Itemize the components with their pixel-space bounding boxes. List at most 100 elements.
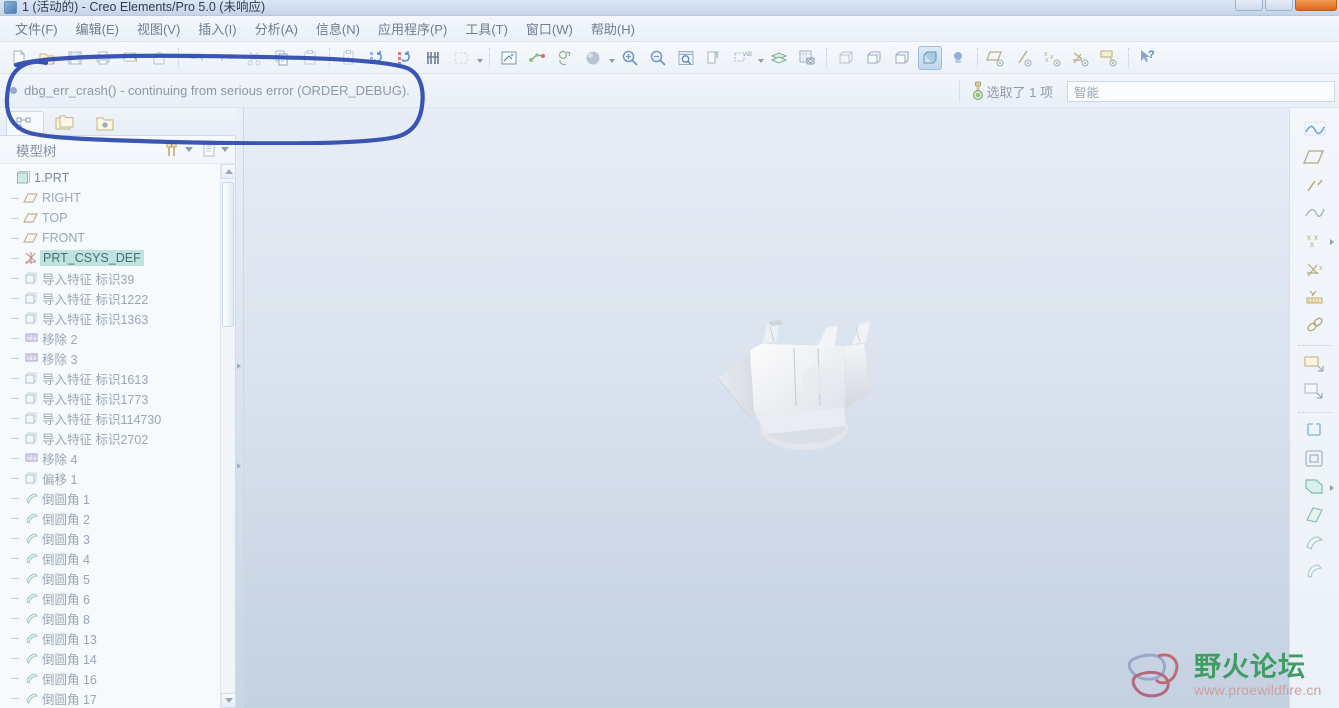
scroll-thumb[interactable]	[222, 182, 234, 327]
flyout-arrow-icon[interactable]	[1329, 485, 1334, 491]
nav-tab-favorites[interactable]	[86, 111, 124, 135]
nav-tab-folder-browser[interactable]	[46, 111, 84, 135]
scroll-down-button[interactable]	[221, 693, 236, 708]
annotation-display-button[interactable]	[1097, 46, 1121, 70]
model-tree-scrollbar[interactable]	[220, 164, 236, 708]
round-button[interactable]	[1300, 558, 1330, 584]
create-datum-axis-button[interactable]	[1300, 172, 1330, 198]
reference-chain-button[interactable]	[1300, 312, 1330, 338]
lock-button[interactable]	[147, 46, 171, 70]
tree-item-2[interactable]: TOP	[0, 208, 221, 228]
csys-display-button[interactable]	[1069, 46, 1093, 70]
shell-button[interactable]	[1300, 474, 1334, 500]
tree-item-4[interactable]: PRT_CSYS_DEF	[0, 248, 221, 268]
tree-item-7[interactable]: 导入特征 标识1363	[0, 308, 221, 328]
tree-item-11[interactable]: 导入特征 标识1773	[0, 388, 221, 408]
selection-filter-dropdown[interactable]: 智能	[1067, 80, 1335, 102]
tree-settings-button[interactable]	[199, 139, 219, 161]
rib-button[interactable]	[1300, 502, 1330, 528]
menu-tools[interactable]: 工具(T)	[456, 16, 517, 41]
regenerate-button[interactable]	[365, 46, 389, 70]
wireframe-button[interactable]	[834, 46, 858, 70]
reorient-button[interactable]	[553, 46, 577, 70]
tree-item-22[interactable]: 倒圆角 8	[0, 608, 221, 628]
tree-item-16[interactable]: 倒圆角 1	[0, 488, 221, 508]
tree-item-1[interactable]: RIGHT	[0, 188, 221, 208]
zoom-in-button[interactable]	[618, 46, 642, 70]
model-tree-list[interactable]: 1.PRT RIGHT TOP FRONT PRT_CSYS_DEF 导入特征 标识39 导…	[0, 164, 221, 708]
new-button[interactable]	[7, 46, 31, 70]
tree-item-6[interactable]: 导入特征 标识1222	[0, 288, 221, 308]
datum-plane-display-button[interactable]	[985, 46, 1009, 70]
create-sketch-button[interactable]	[1300, 200, 1330, 226]
tree-item-21[interactable]: 倒圆角 6	[0, 588, 221, 608]
capture-image-button[interactable]	[795, 46, 819, 70]
menu-window[interactable]: 窗口(W)	[517, 16, 582, 41]
paste-special-button[interactable]	[337, 46, 361, 70]
draft-button[interactable]	[1300, 530, 1330, 556]
save-button[interactable]	[63, 46, 87, 70]
menu-analysis[interactable]: 分析(A)	[246, 16, 307, 41]
menu-info[interactable]: 信息(N)	[307, 16, 369, 41]
scroll-up-button[interactable]	[221, 164, 236, 179]
regenerate-all-button[interactable]	[393, 46, 417, 70]
create-datum-point-button[interactable]: x x x	[1300, 228, 1334, 254]
menu-applications[interactable]: 应用程序(P)	[369, 16, 456, 41]
menu-help[interactable]: 帮助(H)	[582, 16, 644, 41]
chevron-down-icon[interactable]	[475, 46, 484, 70]
tree-item-19[interactable]: 倒圆角 4	[0, 548, 221, 568]
analysis-feature-button[interactable]	[1300, 284, 1330, 310]
hole-button[interactable]	[1300, 446, 1330, 472]
cut-button[interactable]	[242, 46, 266, 70]
no-hidden-button[interactable]	[890, 46, 914, 70]
tree-item-10[interactable]: 导入特征 标识1613	[0, 368, 221, 388]
tree-item-14[interactable]: 移除 4	[0, 448, 221, 468]
tree-item-5[interactable]: 导入特征 标识39	[0, 268, 221, 288]
shading-button[interactable]	[918, 45, 942, 70]
layers-button[interactable]	[767, 46, 791, 70]
create-curve-button[interactable]	[1300, 116, 1330, 142]
tree-item-0[interactable]: 1.PRT	[0, 168, 221, 188]
menu-view[interactable]: 视图(V)	[128, 16, 189, 41]
copy-button[interactable]	[270, 46, 294, 70]
tree-item-25[interactable]: 倒圆角 16	[0, 668, 221, 688]
menu-insert[interactable]: 插入(I)	[189, 16, 245, 41]
graphics-viewport[interactable]	[236, 108, 1289, 708]
menu-edit[interactable]: 编辑(E)	[67, 16, 128, 41]
tree-settings-caret-icon[interactable]	[219, 139, 231, 161]
sketch-view-button[interactable]	[497, 46, 521, 70]
zoom-out-button[interactable]	[646, 46, 670, 70]
tree-item-18[interactable]: 倒圆角 3	[0, 528, 221, 548]
part-3d-model[interactable]	[706, 308, 906, 478]
tree-item-23[interactable]: 倒圆角 13	[0, 628, 221, 648]
tree-item-13[interactable]: 导入特征 标识2702	[0, 428, 221, 448]
hidden-line-button[interactable]	[862, 46, 886, 70]
tree-item-26[interactable]: 倒圆角 17	[0, 688, 221, 708]
annotation-button[interactable]: AB	[730, 46, 754, 70]
tree-item-8[interactable]: 移除 2	[0, 328, 221, 348]
print-button[interactable]	[91, 46, 115, 70]
redo-button[interactable]	[214, 46, 238, 70]
context-help-button[interactable]: ?	[1136, 46, 1160, 70]
maximize-button[interactable]	[1265, 0, 1293, 11]
tree-filter-caret-icon[interactable]	[183, 139, 195, 161]
datum-axis-display-button[interactable]	[1013, 46, 1037, 70]
find-button[interactable]	[421, 46, 445, 70]
tree-filter-button[interactable]	[163, 139, 183, 161]
sweep-button[interactable]	[1300, 418, 1330, 444]
datum-point-display-button[interactable]: xxx	[1041, 46, 1065, 70]
refit-button[interactable]	[674, 46, 698, 70]
tree-item-15[interactable]: 偏移 1	[0, 468, 221, 488]
extrude-button[interactable]	[1300, 351, 1330, 377]
tree-item-12[interactable]: 导入特征 标识114730	[0, 408, 221, 428]
viewport-handle-top[interactable]	[237, 363, 242, 369]
tree-item-20[interactable]: 倒圆角 5	[0, 568, 221, 588]
paste-button[interactable]	[298, 46, 322, 70]
revolve-button[interactable]	[1300, 379, 1330, 405]
menu-file[interactable]: 文件(F)	[6, 16, 67, 41]
tree-item-17[interactable]: 倒圆角 2	[0, 508, 221, 528]
tree-item-24[interactable]: 倒圆角 14	[0, 648, 221, 668]
flyout-arrow-icon[interactable]	[1329, 239, 1334, 245]
tree-item-9[interactable]: 移除 3	[0, 348, 221, 368]
send-mail-button[interactable]	[119, 46, 143, 70]
